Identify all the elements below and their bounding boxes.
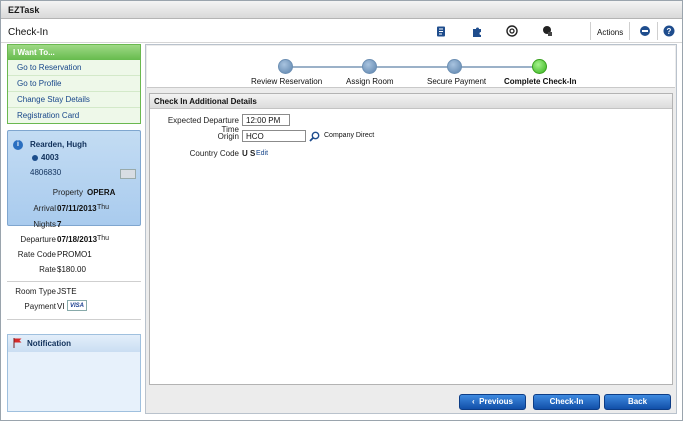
notification-panel: Notification: [7, 334, 141, 412]
previous-button-label: Previous: [479, 397, 513, 406]
header-divider: [657, 22, 658, 40]
favorites-icon[interactable]: [638, 24, 652, 38]
section-title: Check In Additional Details: [150, 94, 672, 109]
svg-text:?: ?: [667, 27, 672, 36]
app-title: EZTask: [8, 5, 40, 15]
page-header: Check-In Actions ?: [1, 19, 682, 43]
rate-code-row: Rate Code PROMO1: [7, 250, 141, 262]
help-icon[interactable]: ?: [662, 24, 676, 38]
step-secure-payment-icon: [447, 59, 462, 74]
departure-value: 07/18/2013: [57, 235, 98, 244]
previous-button[interactable]: ‹ Previous: [459, 394, 526, 410]
puzzle-icon[interactable]: [470, 24, 484, 38]
app-titlebar: EZTask: [1, 1, 682, 19]
notification-title: Notification: [27, 339, 71, 348]
header-divider: [590, 22, 591, 40]
country-code-label: Country Code: [189, 149, 239, 158]
nights-row: Nights 7: [7, 220, 141, 232]
i-want-to-panel: I Want To... Go to Reservation Go to Pro…: [7, 44, 141, 124]
room-status-icon: [32, 155, 38, 161]
checkin-button[interactable]: Check-In: [533, 394, 600, 410]
step-assign-room[interactable]: Assign Room: [346, 77, 394, 86]
step-review-reservation-icon: [278, 59, 293, 74]
sidebar: I Want To... Go to Reservation Go to Pro…: [7, 44, 141, 414]
step-complete-checkin-icon: [532, 59, 547, 74]
go-to-reservation-link[interactable]: Go to Reservation: [8, 60, 140, 76]
arrival-label: Arrival: [33, 204, 56, 213]
flag-icon: [13, 338, 22, 348]
room-type-row: Room Type JSTE: [7, 287, 141, 299]
nights-value: 7: [57, 220, 62, 229]
guest-name[interactable]: Rearden, Hugh: [30, 140, 87, 149]
property-row: Property OPERA: [7, 188, 141, 200]
rate-value: $180.00: [57, 265, 86, 274]
departure-time-input[interactable]: [242, 114, 290, 126]
step-complete-checkin: Complete Check-In: [504, 77, 577, 86]
i-want-to-title: I Want To...: [8, 45, 140, 60]
payment-value: VI: [57, 302, 65, 311]
app-window: EZTask Check-In Actions ? I Want To... G…: [0, 0, 683, 421]
property-label: Property: [52, 188, 83, 197]
room-type-value: JSTE: [57, 287, 77, 296]
payment-row: Payment VI VISA: [7, 300, 141, 314]
email-icon[interactable]: [505, 24, 519, 38]
notes-icon[interactable]: [434, 24, 448, 38]
sidebar-divider: [7, 319, 141, 320]
confirmation-number: 4806830: [30, 168, 62, 177]
go-to-profile-link[interactable]: Go to Profile: [8, 76, 140, 92]
origin-label: Origin: [217, 132, 239, 141]
departure-day: Thu: [97, 235, 110, 242]
checkin-progress: Review Reservation Assign Room Secure Pa…: [147, 46, 675, 88]
progress-line: [287, 66, 541, 68]
trace-icon[interactable]: [541, 24, 555, 38]
step-secure-payment[interactable]: Secure Payment: [427, 77, 486, 86]
notification-header: Notification: [8, 335, 140, 352]
previous-arrow-icon: ‹: [472, 397, 475, 406]
departure-time-row: Expected Departure Time: [150, 114, 674, 134]
country-code-value: U S: [242, 149, 256, 158]
nights-label: Nights: [33, 220, 56, 229]
checkin-details-section: Check In Additional Details Expected Dep…: [149, 93, 673, 385]
payment-label: Payment: [24, 302, 56, 311]
membership-card-icon: [120, 169, 136, 179]
visa-card-icon: VISA: [67, 300, 87, 311]
rate-label: Rate: [39, 265, 56, 274]
registration-card-link[interactable]: Registration Card: [8, 108, 140, 124]
arrival-row: Arrival 07/11/2013 Thu: [7, 204, 141, 216]
search-icon[interactable]: [309, 131, 320, 142]
departure-row: Departure 07/18/2013 Thu: [7, 235, 141, 247]
info-icon[interactable]: i: [13, 140, 23, 150]
origin-row: Origin Company Direct: [150, 130, 674, 146]
main-panel: Review Reservation Assign Room Secure Pa…: [145, 44, 677, 414]
rate-row: Rate $180.00: [7, 265, 141, 277]
origin-description: Company Direct: [324, 132, 375, 139]
arrival-day: Thu: [97, 204, 110, 211]
country-edit-link[interactable]: Edit: [256, 150, 268, 157]
arrival-value: 07/11/2013: [57, 204, 97, 213]
departure-label: Departure: [20, 235, 56, 244]
change-stay-details-link[interactable]: Change Stay Details: [8, 92, 140, 108]
actions-menu[interactable]: Actions: [597, 28, 623, 37]
step-review-reservation[interactable]: Review Reservation: [251, 77, 322, 86]
sidebar-divider: [7, 281, 141, 282]
rate-code-value: PROMO1: [57, 250, 92, 259]
room-number: 4003: [41, 153, 59, 162]
origin-input[interactable]: [242, 130, 306, 142]
header-divider: [629, 22, 630, 40]
back-button[interactable]: Back: [604, 394, 671, 410]
country-code-row: Country Code U S Edit: [150, 149, 674, 163]
step-assign-room-icon: [362, 59, 377, 74]
property-value: OPERA: [87, 188, 116, 197]
page-title: Check-In: [8, 27, 49, 38]
room-type-label: Room Type: [15, 287, 56, 296]
rate-code-label: Rate Code: [17, 250, 56, 259]
